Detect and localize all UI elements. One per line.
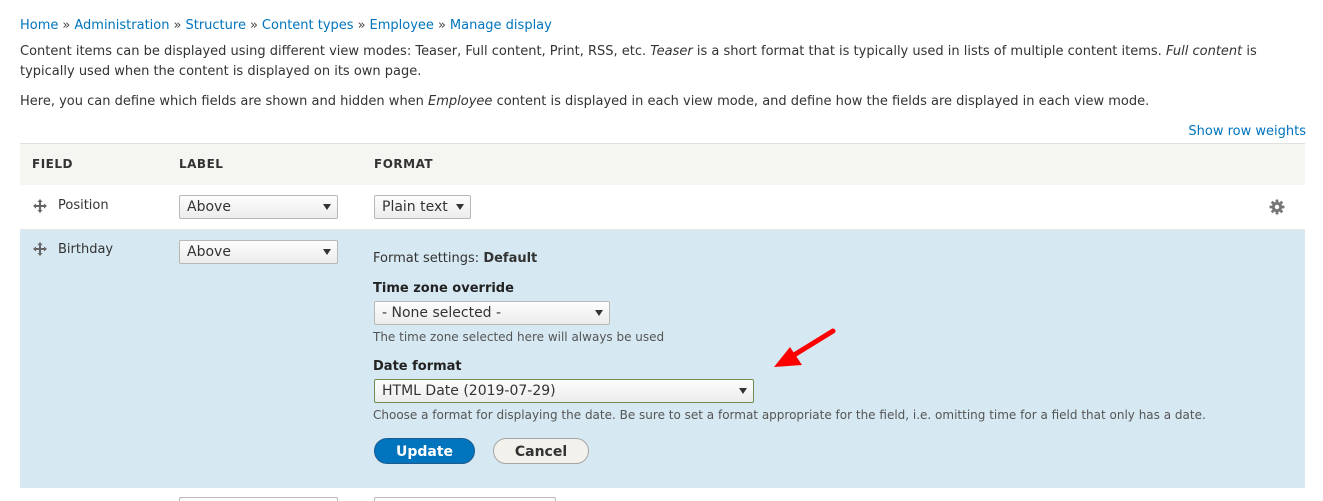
chevron-down-icon (739, 388, 747, 394)
select-value: Above (187, 199, 231, 215)
chevron-down-icon (595, 310, 603, 316)
column-header-format: FORMAT (374, 157, 434, 171)
format-select[interactable] (374, 497, 556, 501)
move-handle-icon[interactable] (32, 198, 48, 214)
field-name: Position (58, 198, 109, 213)
update-button[interactable]: Update (374, 438, 475, 464)
label-display-select[interactable]: Above (179, 195, 338, 219)
chevron-down-icon (323, 204, 331, 210)
intro-paragraph-view-modes: Content items can be displayed using dif… (20, 42, 1290, 82)
breadcrumb: Home» Administration» Structure» Content ty… (20, 18, 552, 33)
breadcrumb-separator: » (437, 18, 446, 33)
cancel-button[interactable]: Cancel (493, 438, 589, 464)
select-value: - None selected - (382, 305, 502, 321)
breadcrumb-manage-display[interactable]: Manage display (450, 18, 552, 33)
breadcrumb-administration[interactable]: Administration (74, 18, 169, 33)
breadcrumb-employee[interactable]: Employee (370, 18, 434, 33)
timezone-override-description: The time zone selected here will always … (373, 330, 665, 344)
chevron-down-icon (456, 204, 464, 210)
field-name: Birthday (58, 242, 114, 257)
intro-content-type-term: Employee (428, 94, 493, 109)
chevron-down-icon (323, 249, 331, 255)
column-header-label: LABEL (179, 157, 224, 171)
breadcrumb-separator: » (173, 18, 182, 33)
red-arrow-annotation (774, 328, 836, 367)
show-row-weights-link[interactable]: Show row weights (1188, 124, 1306, 139)
label-display-select[interactable]: Above (179, 240, 338, 264)
intro-teaser-term: Teaser (650, 44, 693, 59)
breadcrumb-separator: » (62, 18, 71, 33)
format-settings-name: Default (483, 251, 538, 266)
intro-text: is a short format that is typically used… (692, 44, 1166, 59)
breadcrumb-content-types[interactable]: Content types (262, 18, 354, 33)
breadcrumb-home[interactable]: Home (20, 18, 58, 33)
breadcrumb-structure[interactable]: Structure (185, 18, 245, 33)
gear-icon[interactable] (1269, 199, 1285, 215)
table-row-position: Position Above Plain text (20, 185, 1305, 230)
label-display-select[interactable] (179, 497, 338, 501)
intro-text: Content items can be displayed using dif… (20, 44, 651, 59)
select-value: Plain text (382, 199, 448, 215)
table-row-birthday: Birthday Above Format settings: Default … (20, 230, 1305, 488)
breadcrumb-separator: » (249, 18, 258, 33)
format-select[interactable]: Plain text (374, 195, 471, 219)
intro-text: Here, you can define which fields are sh… (20, 94, 429, 109)
move-handle-icon[interactable] (32, 241, 48, 257)
select-value: Above (187, 244, 231, 260)
column-header-field: FIELD (32, 157, 73, 171)
table-header: FIELD LABEL FORMAT (20, 143, 1305, 186)
intro-paragraph-fields: Here, you can define which fields are sh… (20, 92, 1290, 112)
date-format-description: Choose a format for displaying the date.… (373, 408, 1206, 422)
date-format-label: Date format (373, 359, 462, 374)
select-value: HTML Date (2019-07-29) (382, 383, 556, 399)
format-settings-heading: Format settings: Default (373, 251, 537, 266)
intro-text: content is displayed in each view mode, … (492, 94, 1150, 109)
table-row-next (20, 489, 1305, 501)
format-settings-prefix: Format settings: (373, 251, 480, 266)
timezone-override-select[interactable]: - None selected - (374, 301, 610, 325)
intro-full-content-term: Full content (1165, 44, 1243, 59)
date-format-select[interactable]: HTML Date (2019-07-29) (374, 379, 754, 403)
field-display-table: FIELD LABEL FORMAT Position Above Plain … (20, 143, 1305, 488)
timezone-override-label: Time zone override (373, 281, 514, 296)
breadcrumb-separator: » (357, 18, 366, 33)
